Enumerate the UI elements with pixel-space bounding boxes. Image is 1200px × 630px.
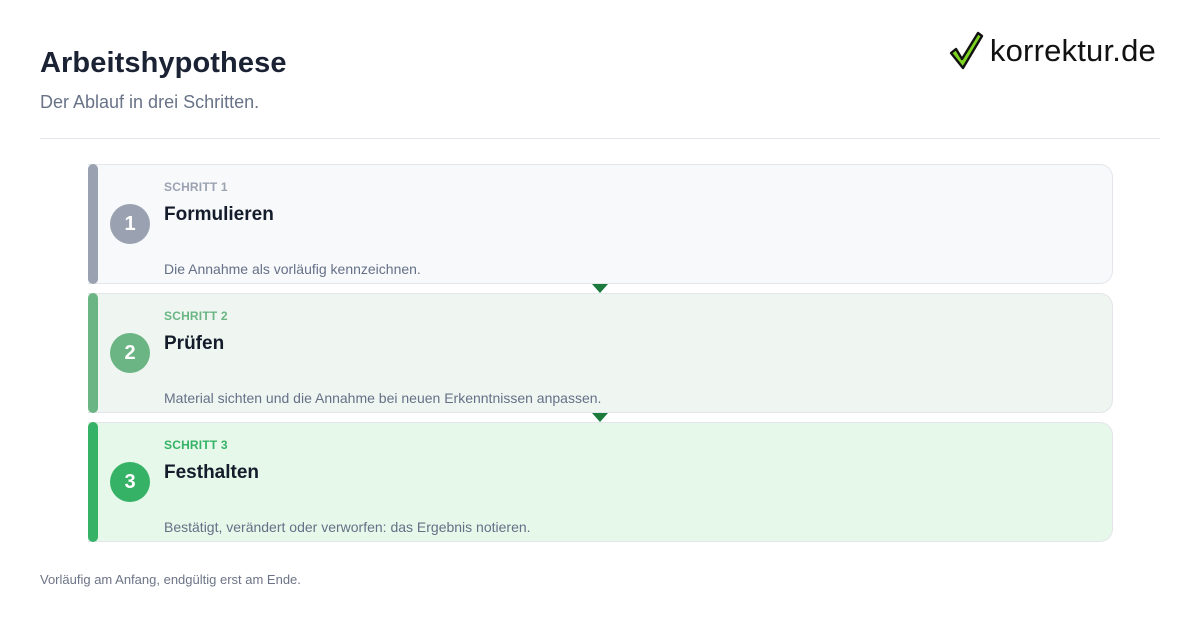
step-number-badge: 2	[110, 333, 150, 373]
arrow-down-icon	[592, 413, 608, 422]
step-description: Bestätigt, verändert oder verworfen: das…	[164, 519, 531, 535]
step-description: Material sichten und die Annahme bei neu…	[164, 390, 602, 406]
arrow-down-icon	[592, 284, 608, 293]
step-title: Prüfen	[164, 333, 225, 354]
checkmark-icon	[949, 31, 984, 70]
step-label: SCHRITT 2	[164, 309, 228, 323]
step-accent-bar	[88, 422, 98, 542]
brand-logo[interactable]: korrektur.de	[948, 30, 1156, 72]
step-accent-bar	[88, 164, 98, 284]
step-card-1: 1 SCHRITT 1 Formulieren Die Annahme als …	[88, 164, 1113, 293]
step-number-badge: 3	[110, 462, 150, 502]
footer-note: Vorläufig am Anfang, endgültig erst am E…	[40, 572, 301, 587]
step-title: Formulieren	[164, 204, 274, 225]
step-number-badge: 1	[110, 204, 150, 244]
step-card-3: 3 SCHRITT 3 Festhalten Bestätigt, veränd…	[88, 422, 1113, 542]
step-accent-bar	[88, 293, 98, 413]
step-list: 1 SCHRITT 1 Formulieren Die Annahme als …	[88, 164, 1113, 542]
step-card-2: 2 SCHRITT 2 Prüfen Material sichten und …	[88, 293, 1113, 422]
step-description: Die Annahme als vorläufig kennzeichnen.	[164, 261, 421, 277]
step-label: SCHRITT 1	[164, 180, 228, 194]
header-divider	[40, 138, 1160, 139]
step-title: Festhalten	[164, 462, 260, 483]
step-label: SCHRITT 3	[164, 438, 228, 452]
brand-logo-text: korrektur.de	[989, 33, 1156, 68]
page-subtitle: Der Ablauf in drei Schritten.	[40, 92, 260, 112]
